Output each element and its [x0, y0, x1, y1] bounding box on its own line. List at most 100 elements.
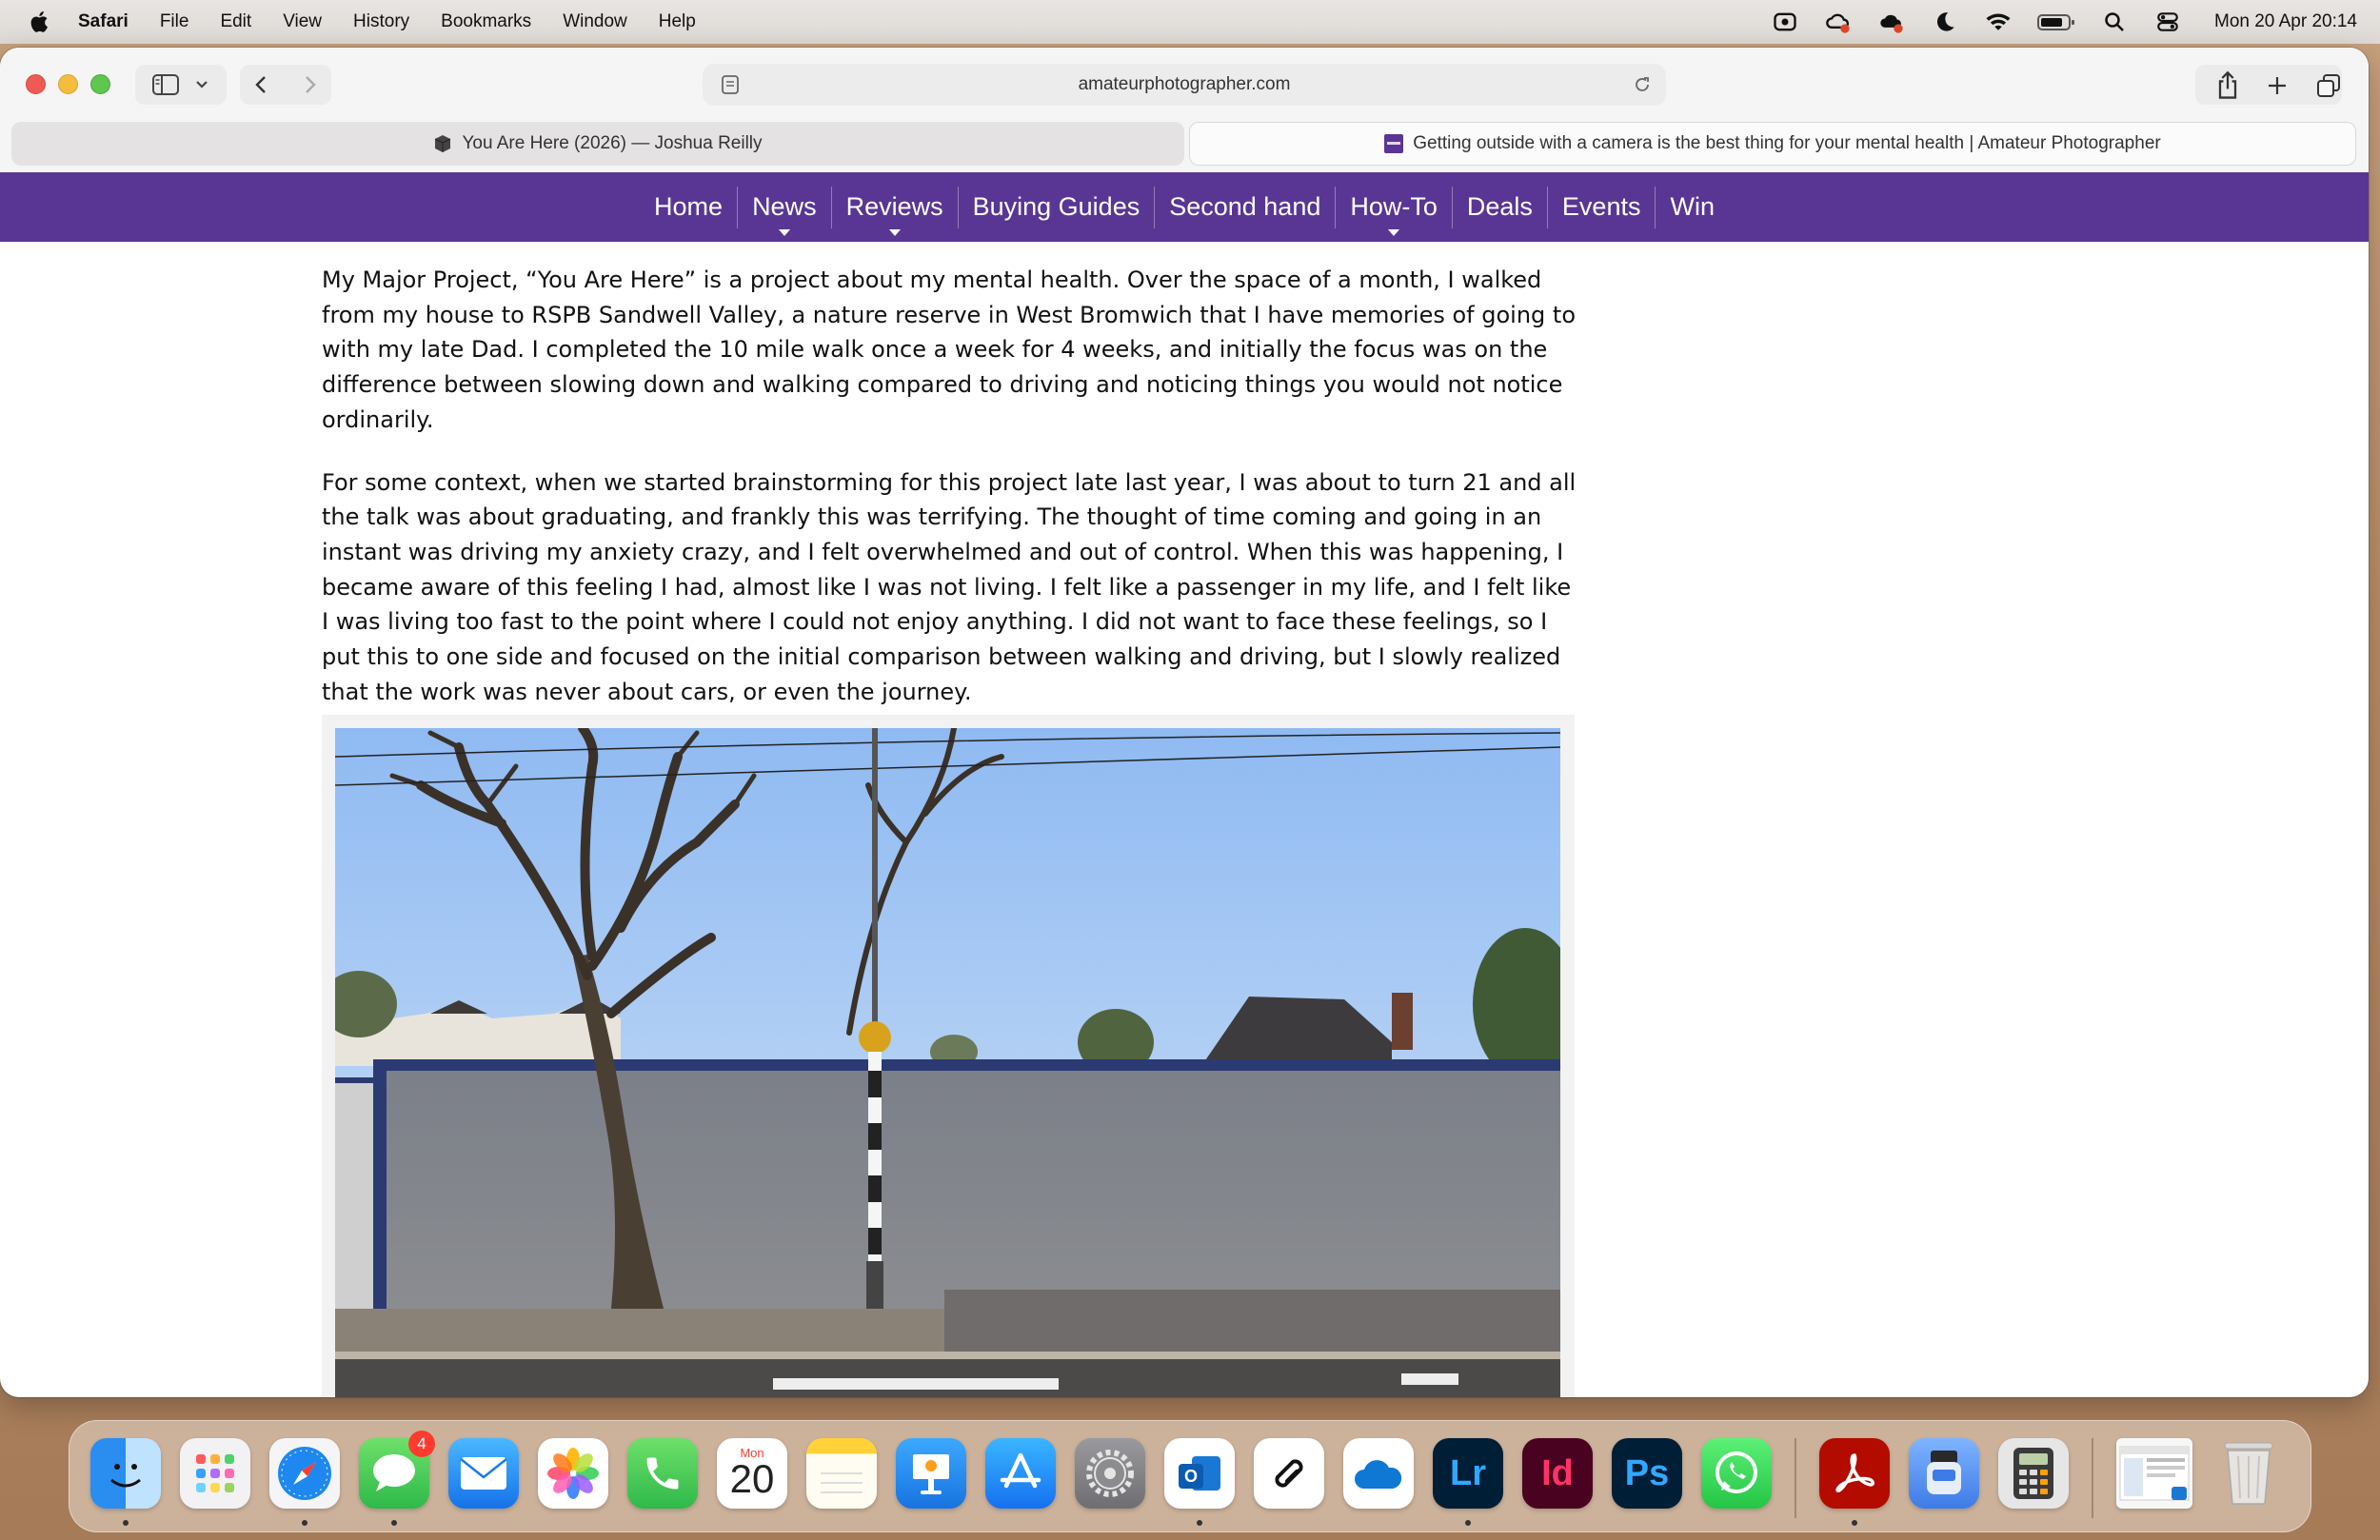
nav-news[interactable]: News	[738, 186, 832, 236]
cloud-alert-icon[interactable]	[1877, 8, 1906, 36]
creative-cloud-sync-icon[interactable]	[1824, 8, 1853, 36]
tab-overview-icon[interactable]	[2311, 69, 2346, 103]
dock-separator	[2092, 1438, 2093, 1518]
acrobat-icon[interactable]	[1819, 1438, 1890, 1509]
new-tab-icon[interactable]	[2260, 69, 2294, 103]
moon-icon[interactable]	[1931, 8, 1959, 36]
sidebar-icon	[152, 74, 179, 95]
tab-title: You Are Here (2026) — Joshua Reilly	[462, 133, 763, 153]
tab-title: Getting outside with a camera is the bes…	[1413, 133, 2161, 153]
nav-home[interactable]: Home	[640, 186, 739, 228]
whatsapp-icon[interactable]	[1701, 1438, 1772, 1509]
address-bar[interactable]: amateurphotographer.com	[703, 64, 1666, 106]
amateur-photographer-favicon-icon	[1384, 134, 1404, 153]
nav-win[interactable]: Win	[1656, 187, 1729, 228]
share-icon[interactable]	[2211, 69, 2245, 103]
reload-icon[interactable]	[1632, 74, 1653, 95]
nav-label: Reviews	[845, 192, 943, 221]
dock-running-indicator	[1465, 1520, 1471, 1526]
indesign-icon[interactable]: Id	[1522, 1438, 1593, 1509]
calendar-icon[interactable]: Mon 20	[717, 1438, 787, 1509]
wifi-icon[interactable]	[1984, 8, 2013, 36]
dock-running-indicator	[1197, 1520, 1202, 1526]
zoom-window-button[interactable]	[90, 74, 110, 94]
lightroom-icon[interactable]: Lr	[1433, 1438, 1503, 1509]
calculator-icon[interactable]	[1998, 1438, 2069, 1509]
minimize-window-button[interactable]	[58, 74, 78, 94]
dock-separator	[1795, 1438, 1796, 1518]
status-area: Mon 20 Apr 20:14	[1746, 0, 2357, 44]
menu-window[interactable]: Window	[563, 11, 627, 32]
nav-label: Second hand	[1169, 192, 1321, 221]
menu-view[interactable]: View	[283, 11, 322, 32]
control-center-icon[interactable]	[2153, 8, 2182, 36]
nav-label: Home	[654, 192, 724, 221]
tab-amateur-photographer[interactable]: Getting outside with a camera is the bes…	[1189, 122, 2356, 166]
dropdown-caret-icon	[778, 228, 790, 236]
close-window-button[interactable]	[26, 74, 46, 94]
nav-label: Events	[1561, 192, 1641, 221]
back-icon[interactable]	[252, 73, 271, 96]
browser-toolbar: amateurphotographer.com	[0, 48, 2369, 122]
outlook-letter-icon: O	[1184, 1467, 1198, 1486]
menu-edit[interactable]: Edit	[220, 11, 251, 32]
minimized-window-thumbnail[interactable]	[2116, 1438, 2192, 1509]
dock-running-indicator	[391, 1520, 397, 1526]
lightroom-label: Lr	[1450, 1452, 1486, 1493]
sidebar-toggle-button[interactable]	[135, 65, 227, 105]
safari-icon[interactable]	[269, 1438, 340, 1509]
menu-bar: Safari File Edit View History Bookmarks …	[0, 0, 2380, 44]
nav-label: News	[752, 192, 817, 221]
nav-buying-guides[interactable]: Buying Guides	[959, 186, 1156, 228]
messages-icon[interactable]: 4	[359, 1431, 435, 1509]
finder-utility-icon[interactable]	[1909, 1438, 1979, 1509]
nav-label: Deals	[1466, 192, 1533, 221]
notes-icon[interactable]	[806, 1438, 877, 1509]
nav-second-hand[interactable]: Second hand	[1155, 186, 1337, 228]
nav-how-to[interactable]: How-To	[1336, 186, 1453, 236]
nav-events[interactable]: Events	[1548, 186, 1656, 228]
outlook-icon[interactable]: O	[1164, 1438, 1235, 1509]
squarespace-icon[interactable]	[1254, 1438, 1324, 1509]
article-photo[interactable]	[335, 728, 1560, 1397]
creative-cloud-icon[interactable]	[1771, 8, 1799, 36]
apple-icon[interactable]	[27, 9, 53, 35]
menu-help[interactable]: Help	[659, 11, 696, 32]
reader-icon[interactable]	[720, 74, 741, 95]
menu-file[interactable]: File	[160, 11, 189, 32]
photos-icon[interactable]	[538, 1438, 608, 1509]
keynote-icon[interactable]	[896, 1438, 966, 1509]
launchpad-icon[interactable]	[180, 1438, 250, 1509]
nav-deals[interactable]: Deals	[1453, 186, 1548, 228]
onedrive-icon[interactable]	[1343, 1438, 1414, 1509]
facetime-phone-icon[interactable]	[627, 1438, 698, 1509]
dropdown-caret-icon	[1388, 228, 1400, 236]
tab-you-are-here[interactable]: You Are Here (2026) — Joshua Reilly	[11, 122, 1184, 166]
menu-history[interactable]: History	[353, 11, 409, 32]
calendar-day: 20	[729, 1455, 775, 1501]
system-settings-icon[interactable]	[1075, 1438, 1145, 1509]
messages-badge: 4	[408, 1431, 435, 1457]
forward-icon[interactable]	[300, 73, 319, 96]
cube-favicon-icon	[435, 135, 451, 152]
finder-icon[interactable]	[90, 1438, 161, 1509]
photoshop-icon[interactable]: Ps	[1612, 1438, 1682, 1509]
chevron-down-icon	[196, 81, 208, 89]
battery-icon[interactable]	[2037, 8, 2075, 36]
history-nav-group	[240, 65, 331, 105]
nav-label: Buying Guides	[972, 192, 1140, 221]
article-figure	[322, 715, 1575, 1397]
menu-bookmarks[interactable]: Bookmarks	[441, 11, 531, 32]
search-icon[interactable]	[2100, 8, 2129, 36]
dock-running-indicator	[1852, 1520, 1857, 1526]
nav-reviews[interactable]: Reviews	[832, 186, 959, 236]
menu-safari[interactable]: Safari	[78, 11, 129, 32]
app-store-icon[interactable]	[985, 1438, 1056, 1509]
menubar-clock[interactable]: Mon 20 Apr 20:14	[2214, 11, 2357, 32]
mail-icon[interactable]	[448, 1438, 519, 1509]
safari-window: amateurphotographer.com You Are Here (20…	[0, 48, 2369, 1397]
photoshop-label: Ps	[1624, 1452, 1670, 1493]
trash-icon[interactable]	[2213, 1438, 2284, 1509]
article-body: My Major Project, “You Are Here” is a pr…	[322, 263, 1578, 737]
article-paragraph: For some context, when we started brains…	[322, 468, 1577, 705]
